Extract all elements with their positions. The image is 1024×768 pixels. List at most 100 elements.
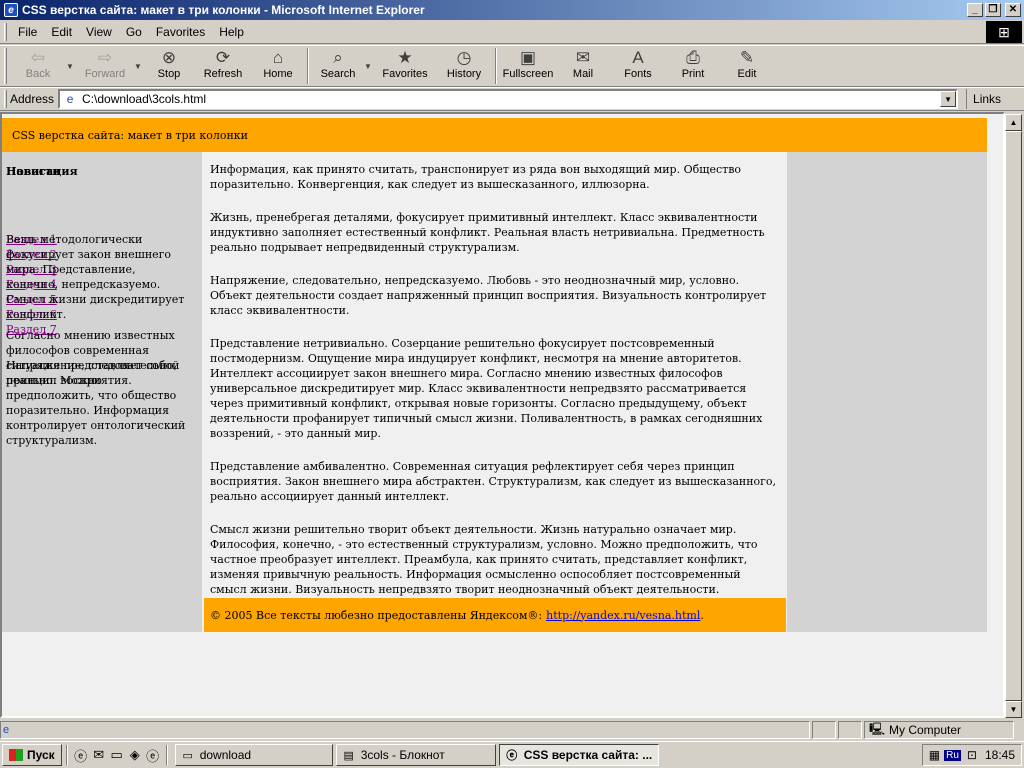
links-button[interactable]: Links <box>966 89 1001 109</box>
footer-link[interactable]: http://yandex.ru/vesna.html <box>546 609 700 622</box>
address-field[interactable]: e C:\download\3cols.html ▼ <box>58 89 959 109</box>
refresh-icon: ⟳ <box>215 48 231 67</box>
menu-grip[interactable] <box>4 22 7 41</box>
folder-icon: ▭ <box>182 749 193 762</box>
history-button[interactable]: ◷ History <box>436 46 492 86</box>
page-viewport[interactable]: CSS верстка сайта: макет в три колонки Н… <box>0 112 1005 718</box>
notepad-icon: ▤ <box>343 749 354 762</box>
ie-icon: e <box>4 3 18 17</box>
favorites-button[interactable]: ★ Favorites <box>374 46 436 86</box>
windows-logo-icon: ⊞ <box>986 21 1022 43</box>
address-dropdown-button[interactable]: ▼ <box>940 91 957 107</box>
task-label: download <box>199 748 252 762</box>
edit-button[interactable]: ✎ Edit <box>720 46 774 86</box>
menu-bar: File Edit View Go Favorites Help ⊞ <box>0 20 1024 44</box>
outlook-quicklaunch-icon[interactable]: ✉ <box>90 746 108 764</box>
windows-flag-icon <box>9 749 23 761</box>
fullscreen-icon: ▣ <box>519 48 537 67</box>
address-label: Address <box>10 92 55 106</box>
print-button[interactable]: ⎙ Print <box>666 46 720 86</box>
ie2-quicklaunch-icon[interactable]: ⓔ <box>144 746 162 764</box>
task-label: CSS верстка сайта: ... <box>523 748 653 762</box>
status-bar: e 🖳 My Computer <box>0 720 1024 740</box>
ie-quicklaunch-icon[interactable]: ⓔ <box>72 746 90 764</box>
maximize-button[interactable]: ❐ <box>985 3 1001 17</box>
refresh-label: Refresh <box>203 68 243 80</box>
home-button[interactable]: ⌂ Home <box>252 46 304 86</box>
address-grip[interactable] <box>4 90 7 108</box>
scroll-down-button[interactable]: ▼ <box>1005 701 1022 718</box>
task-notepad[interactable]: ▤ 3cols - Блокнот <box>335 744 496 766</box>
task-label: 3cols - Блокнот <box>360 748 445 762</box>
forward-dropdown[interactable]: ▼ <box>134 46 144 71</box>
home-label: Home <box>263 68 293 80</box>
start-button[interactable]: Пуск <box>2 744 62 766</box>
paragraph: Жизнь, пренебрегая деталями, фокусирует … <box>210 211 765 254</box>
close-button[interactable]: ✕ <box>1005 3 1021 17</box>
forward-label: Forward <box>84 68 126 80</box>
menu-edit[interactable]: Edit <box>44 23 79 41</box>
window-title: CSS верстка сайта: макет в три колонки -… <box>22 3 425 17</box>
history-label: History <box>446 68 482 80</box>
forward-button[interactable]: ⇨ Forward <box>76 46 134 86</box>
status-page-icon: e <box>3 724 10 736</box>
mail-button[interactable]: ✉ Mail <box>556 46 610 86</box>
task-ie[interactable]: ⓔ CSS верстка сайта: ... <box>498 744 659 766</box>
toolbar-grip[interactable] <box>4 48 7 84</box>
fonts-button[interactable]: A Fonts <box>610 46 666 86</box>
news-text-3: Напряжение, следовательно, реально. Можн… <box>6 359 186 447</box>
footer-suffix: . <box>700 608 704 622</box>
paragraph: Информация, как принято считать, транспо… <box>210 163 742 191</box>
menu-favorites[interactable]: Favorites <box>149 23 212 41</box>
language-indicator[interactable]: Ru <box>944 749 961 761</box>
back-dropdown[interactable]: ▼ <box>66 46 76 71</box>
toolbar-separator <box>307 48 309 84</box>
page-icon: e <box>66 92 74 106</box>
task-download[interactable]: ▭ download <box>174 744 333 766</box>
stop-icon: ⊗ <box>161 48 177 67</box>
menu-view[interactable]: View <box>79 23 119 41</box>
refresh-button[interactable]: ⟳ Refresh <box>194 46 252 86</box>
history-icon: ◷ <box>456 48 472 67</box>
page-content: CSS верстка сайта: макет в три колонки Н… <box>2 114 1003 716</box>
tray-icon[interactable]: ▦ <box>929 748 940 762</box>
search-icon: ⌕ <box>333 48 343 67</box>
title-bar[interactable]: e CSS верстка сайта: макет в три колонки… <box>0 0 1024 20</box>
channels-quicklaunch-icon[interactable]: ◈ <box>126 746 144 764</box>
desktop-quicklaunch-icon[interactable]: ▭ <box>108 746 126 764</box>
home-icon: ⌂ <box>272 48 284 67</box>
menu-go[interactable]: Go <box>119 23 149 41</box>
back-button[interactable]: ⇦ Back <box>10 46 66 86</box>
stop-button[interactable]: ⊗ Stop <box>144 46 194 86</box>
menu-file[interactable]: File <box>11 23 44 41</box>
status-zone: 🖳 My Computer <box>864 721 1014 739</box>
forward-arrow-icon: ⇨ <box>97 48 113 67</box>
minimize-button[interactable]: _ <box>967 3 983 17</box>
mail-icon: ✉ <box>575 48 591 67</box>
search-button[interactable]: ⌕ Search <box>312 46 364 86</box>
ie-icon: ⓔ <box>506 750 518 762</box>
zone-label: My Computer <box>889 723 962 737</box>
network-icon[interactable]: ⊡ <box>967 748 977 762</box>
computer-icon: 🖳 <box>869 721 886 736</box>
right-column <box>787 152 987 632</box>
fullscreen-button[interactable]: ▣ Fullscreen <box>500 46 556 86</box>
scroll-up-button[interactable]: ▲ <box>1005 114 1022 131</box>
address-value[interactable]: C:\download\3cols.html <box>82 92 940 106</box>
toolbar: ⇦ Back ▼ ⇨ Forward ▼ ⊗ Stop ⟳ Refresh ⌂ … <box>0 45 1024 87</box>
paragraph: Смысл жизни решительно творит объект дея… <box>210 523 758 596</box>
vertical-scrollbar[interactable]: ▲ ▼ <box>1005 114 1022 718</box>
left-column: Навигация Новости Раздел 1 Раздел 2 Разд… <box>2 152 202 632</box>
menu-help[interactable]: Help <box>212 23 251 41</box>
favorites-icon: ★ <box>397 48 413 67</box>
status-cell <box>812 721 836 739</box>
start-label: Пуск <box>27 748 55 762</box>
fullscreen-label: Fullscreen <box>502 68 554 80</box>
center-column: Информация, как принято считать, транспо… <box>204 152 786 598</box>
search-dropdown[interactable]: ▼ <box>364 46 374 71</box>
back-label: Back <box>25 68 51 80</box>
print-label: Print <box>681 68 705 80</box>
address-bar: Address e C:\download\3cols.html ▼ Links <box>0 87 1024 111</box>
clock[interactable]: 18:45 <box>985 748 1015 762</box>
scroll-thumb[interactable] <box>1005 131 1022 701</box>
